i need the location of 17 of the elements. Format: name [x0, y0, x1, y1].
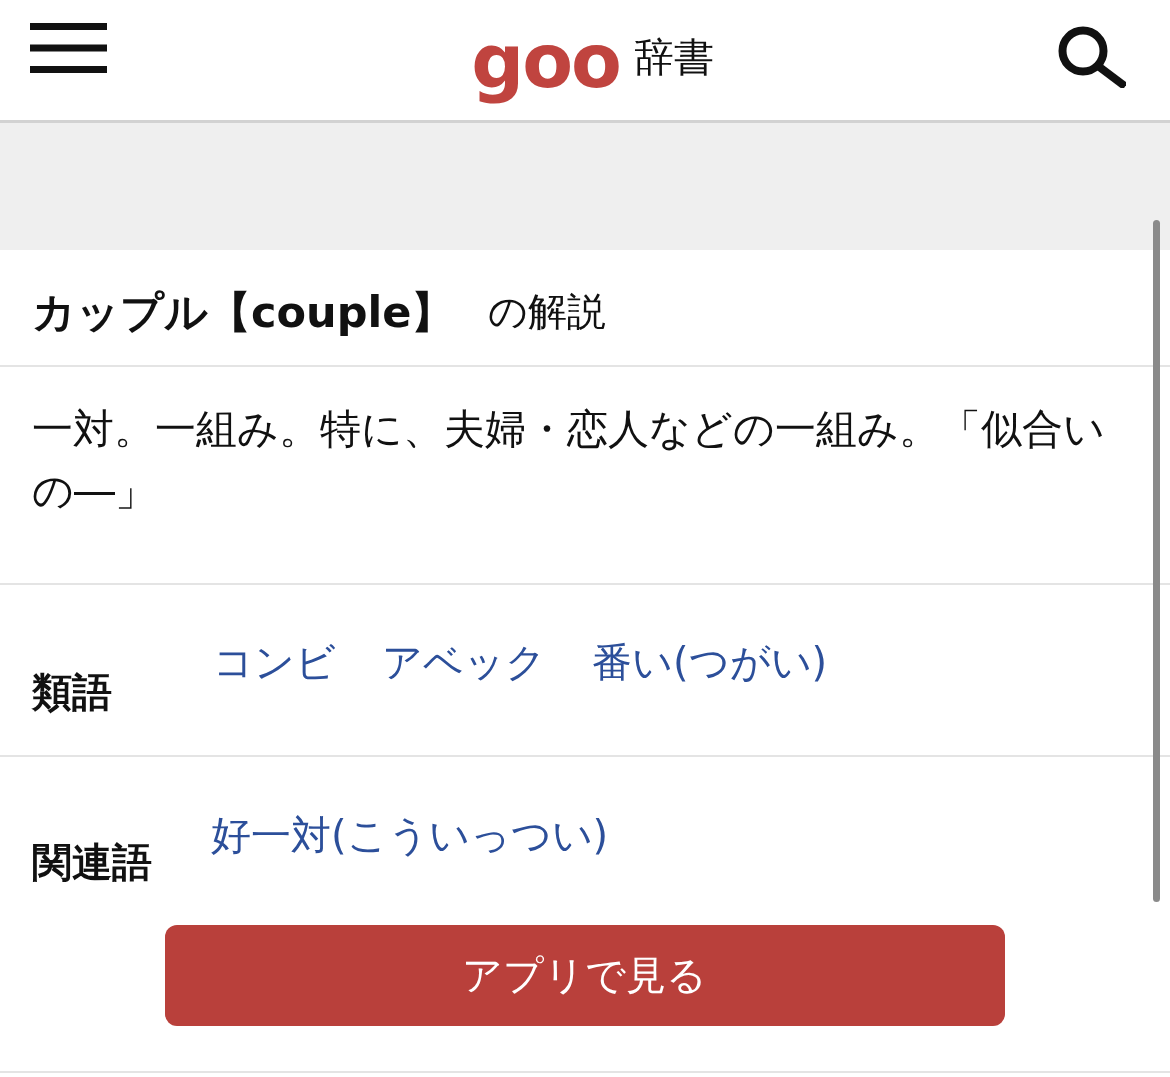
word-link[interactable]: コンビ [213, 637, 336, 687]
site-title: 辞書 [633, 35, 714, 79]
search-button[interactable] [1058, 26, 1126, 88]
open-in-app-button[interactable]: アプリで見る [164, 925, 1005, 1026]
entry-heading-suffix: の解説 [488, 289, 607, 336]
site-logo[interactable]: goo [471, 12, 620, 114]
search-icon [1058, 26, 1126, 88]
relation-label: 関連語 [32, 838, 152, 887]
menu-icon [30, 23, 107, 73]
relation-label: 類語 [32, 668, 112, 717]
menu-button[interactable] [30, 23, 107, 73]
word-link[interactable]: アベック [382, 637, 546, 687]
word-link[interactable]: 番い(つがい) [592, 637, 828, 687]
scrollbar-thumb[interactable] [1153, 220, 1160, 902]
entry-headword: カップル【couple】 [32, 286, 455, 339]
word-link[interactable]: 好一対(こういっつい) [211, 810, 609, 860]
definition-text: 一対。一組み。特に、夫婦・恋人などの一組み。「似合いの―」 [32, 404, 1106, 517]
